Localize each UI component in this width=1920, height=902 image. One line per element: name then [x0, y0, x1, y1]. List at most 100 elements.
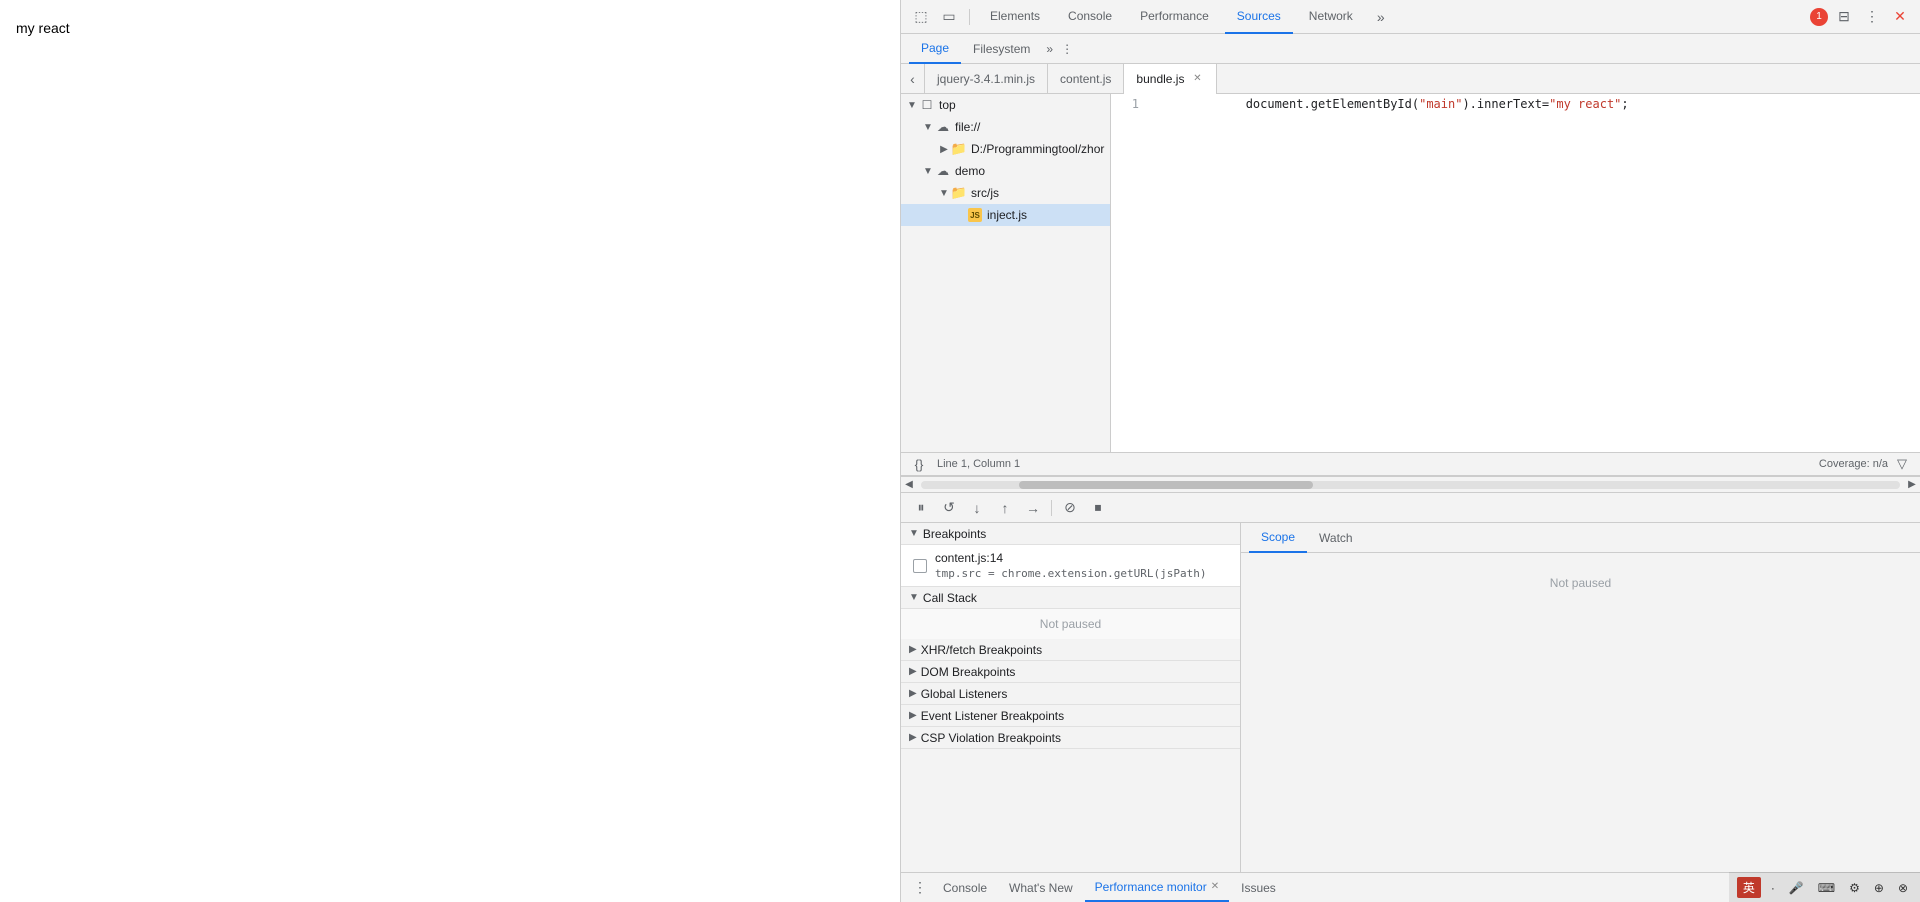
ime-more2[interactable]: ⊗ [1894, 881, 1912, 895]
perf-monitor-label: Performance monitor [1095, 880, 1207, 894]
bp-file-1: content.js:14 [935, 551, 1207, 565]
breakpoints-label: Breakpoints [923, 527, 986, 541]
ime-mic[interactable]: 🎤 [1785, 881, 1808, 895]
close-btn[interactable]: ✕ [1888, 5, 1912, 29]
tree-srcjs[interactable]: ▼ 📁 src/js [901, 182, 1110, 204]
cloud-icon: ☁ [935, 119, 951, 135]
tab-filesystem[interactable]: Filesystem [961, 34, 1042, 64]
tree-demo-label: demo [955, 164, 985, 178]
tree-srcjs-label: src/js [971, 186, 999, 200]
code-string1: "main" [1419, 97, 1462, 111]
tree-demo[interactable]: ▼ ☁ demo [901, 160, 1110, 182]
global-arrow: ▶ [909, 688, 917, 699]
scroll-thumb[interactable] [1019, 481, 1313, 489]
file-tab-jquery[interactable]: jquery-3.4.1.min.js [925, 64, 1048, 94]
tab-page[interactable]: Page [909, 34, 961, 64]
tab-console-bottom[interactable]: Console [933, 874, 997, 902]
tree-dpath-label: D:/Programmingtool/zhor [971, 142, 1104, 156]
callstack-paused-msg: Not paused [901, 609, 1240, 639]
ime-toolbar: 英 · 🎤 ⌨ ⚙ ⊕ ⊗ [1729, 872, 1920, 902]
file-tab-bundle[interactable]: bundle.js ✕ [1124, 64, 1217, 94]
scroll-track[interactable] [921, 481, 1900, 489]
device-icon[interactable]: ▭ [937, 5, 961, 29]
debug-right-panel: Scope Watch Not paused [1241, 523, 1920, 872]
tree-d-path[interactable]: ▶ 📁 D:/Programmingtool/zhor [901, 138, 1110, 160]
tab-performance[interactable]: Performance [1128, 0, 1221, 34]
settings-btn[interactable]: ⊟ [1832, 5, 1856, 29]
xhr-label: XHR/fetch Breakpoints [921, 643, 1042, 657]
step-over-btn[interactable]: ↺ [937, 496, 961, 520]
breakpoints-header[interactable]: ▼ Breakpoints [901, 523, 1240, 545]
dom-label: DOM Breakpoints [921, 665, 1016, 679]
ime-more1[interactable]: ⊕ [1870, 881, 1888, 895]
bp-info-1: content.js:14 tmp.src = chrome.extension… [935, 551, 1207, 580]
tab-perf-monitor[interactable]: Performance monitor ✕ [1085, 874, 1229, 902]
js-file-icon: JS [967, 207, 983, 223]
csp-header[interactable]: ▶ CSP Violation Breakpoints [901, 727, 1240, 749]
tree-inject-label: inject.js [987, 208, 1027, 222]
csp-arrow: ▶ [909, 732, 917, 743]
pause-btn[interactable]: ⏸ [909, 496, 933, 520]
bp-checkbox-1[interactable] [913, 559, 927, 573]
event-label: Event Listener Breakpoints [921, 709, 1064, 723]
scroll-right-btn[interactable]: ▶ [1904, 477, 1920, 493]
file-tab-content[interactable]: content.js [1048, 64, 1124, 94]
bundle-close-btn[interactable]: ✕ [1190, 72, 1204, 86]
tab-issues[interactable]: Issues [1231, 874, 1286, 902]
scroll-left-btn[interactable]: ◀ [901, 477, 917, 493]
panel-menu-btn[interactable]: ⋮ [1061, 42, 1073, 56]
tab-watch[interactable]: Watch [1307, 523, 1365, 553]
toolbar-right: 1 ⊟ ⋮ ✕ [1810, 5, 1912, 29]
devtools-panel: ⬚ ▭ Elements Console Performance Sources… [900, 0, 1920, 902]
ime-keyboard[interactable]: ⌨ [1814, 881, 1839, 895]
collapse-sidebar-btn[interactable]: ‹ [901, 64, 925, 94]
tree-top[interactable]: ▼ ☐ top [901, 94, 1110, 116]
tab-whats-new[interactable]: What's New [999, 874, 1083, 902]
code-func: document.getElementById( [1246, 97, 1419, 111]
step-out-btn[interactable]: ↑ [993, 496, 1017, 520]
inspect-icon[interactable]: ⬚ [909, 5, 933, 29]
deactivate-btn[interactable]: ⊘ [1058, 496, 1082, 520]
toolbar-separator [969, 9, 970, 25]
tab-scope[interactable]: Scope [1249, 523, 1307, 553]
panel-overflow[interactable]: » [1042, 42, 1057, 56]
dom-arrow: ▶ [909, 666, 917, 677]
ime-settings[interactable]: ⚙ [1845, 881, 1864, 895]
panel-tabs: Page Filesystem » ⋮ [901, 34, 1920, 64]
srcjs-arrow: ▼ [937, 186, 951, 200]
coverage-label: Coverage: n/a [1819, 458, 1888, 470]
file-tabs-bar: ‹ jquery-3.4.1.min.js content.js bundle.… [901, 64, 1920, 94]
expand-coverage-btn[interactable]: ▽ [1892, 454, 1912, 474]
tree-top-label: top [939, 98, 956, 112]
csp-label: CSP Violation Breakpoints [921, 731, 1061, 745]
cursor-position: Line 1, Column 1 [937, 458, 1020, 470]
tab-overflow-btn[interactable]: » [1369, 5, 1393, 29]
bundle-tab-label: bundle.js [1136, 72, 1184, 86]
xhr-header[interactable]: ▶ XHR/fetch Breakpoints [901, 639, 1240, 661]
tab-elements[interactable]: Elements [978, 0, 1052, 34]
event-header[interactable]: ▶ Event Listener Breakpoints [901, 705, 1240, 727]
perf-monitor-close[interactable]: ✕ [1211, 881, 1219, 892]
tree-inject[interactable]: ▶ JS inject.js [901, 204, 1110, 226]
more-btn[interactable]: ⋮ [1860, 5, 1884, 29]
folder-icon-srcjs: 📁 [951, 185, 967, 201]
tab-console[interactable]: Console [1056, 0, 1124, 34]
ime-lang[interactable]: 英 [1737, 877, 1761, 898]
format-btn[interactable]: {} [909, 454, 929, 474]
step-btn[interactable]: → [1021, 496, 1045, 520]
tab-sources[interactable]: Sources [1225, 0, 1293, 34]
callstack-header[interactable]: ▼ Call Stack [901, 587, 1240, 609]
debug-panel: ⏸ ↺ ↓ ↑ → ⊘ ⏹ ▼ Breakpoints [901, 492, 1920, 872]
code-editor[interactable]: 1 document.getElementById("main").innerT… [1111, 94, 1920, 452]
step-into-btn[interactable]: ↓ [965, 496, 989, 520]
xhr-arrow: ▶ [909, 644, 917, 655]
tab-network[interactable]: Network [1297, 0, 1365, 34]
bottom-dots-btn[interactable]: ⋮ [909, 879, 931, 896]
global-header[interactable]: ▶ Global Listeners [901, 683, 1240, 705]
ime-dot[interactable]: · [1767, 881, 1779, 895]
stop-btn[interactable]: ⏹ [1086, 496, 1110, 520]
tree-file[interactable]: ▼ ☁ file:// [901, 116, 1110, 138]
horizontal-scrollbar[interactable]: ◀ ▶ [901, 476, 1920, 492]
file-arrow: ▼ [921, 120, 935, 134]
dom-header[interactable]: ▶ DOM Breakpoints [901, 661, 1240, 683]
